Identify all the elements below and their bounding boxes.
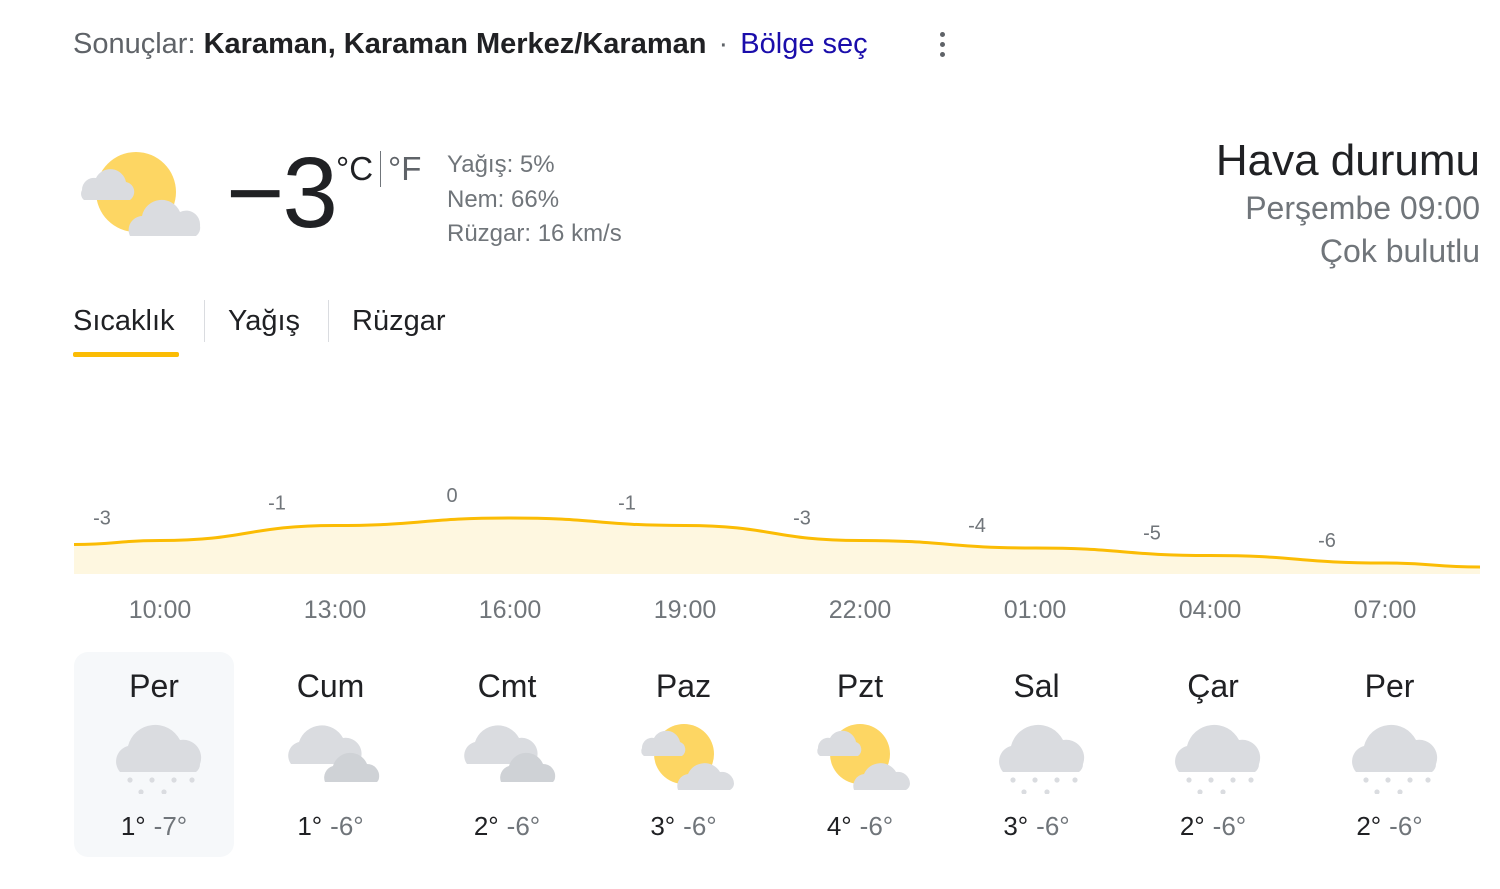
tab-wind[interactable]: Rüzgar — [352, 300, 446, 342]
forecast-day[interactable]: Pzt 4° -6° — [780, 652, 940, 857]
forecast-low: -6° — [1036, 811, 1070, 841]
temperature-label: -1 — [268, 493, 286, 515]
precipitation-value: Yağış: 5% — [447, 151, 555, 178]
forecast-temps: 2° -6° — [427, 810, 587, 842]
forecast-low: -6° — [1212, 811, 1247, 841]
forecast-day-name: Pzt — [836, 668, 884, 704]
forecast-low: -6° — [683, 811, 717, 841]
tab-divider — [328, 300, 329, 342]
temperature-label: -4 — [968, 515, 986, 537]
snow-icon — [991, 714, 1087, 795]
temperature-label: -1 — [618, 493, 636, 515]
forecast-day-name: Paz — [655, 668, 712, 704]
current-temperature: −3 — [226, 137, 338, 249]
forecast-day[interactable]: Sal 3° -6° — [957, 652, 1117, 857]
temperature-label: -5 — [1143, 523, 1161, 545]
unit-switch: °C °F — [336, 150, 421, 188]
snow-icon — [1167, 714, 1263, 795]
forecast-low: -7° — [153, 811, 188, 841]
forecast-day[interactable]: Per 1° -7° — [74, 652, 234, 857]
current-details: Yağış: 5% Nem: 66% Rüzgar: 16 km/s — [447, 148, 622, 252]
results-header: Sonuçlar: Karaman, Karaman Merkez/Karama… — [73, 26, 868, 62]
forecast-high: 4° — [826, 811, 852, 841]
weather-title: Hava durumu — [1215, 136, 1480, 185]
snow-icon — [1344, 714, 1440, 795]
hour-label: 10:00 — [128, 596, 192, 624]
forecast-temps: 2° -6° — [1310, 810, 1470, 842]
tab-precipitation[interactable]: Yağış — [228, 300, 300, 342]
celsius-unit[interactable]: °C — [336, 150, 373, 187]
tab-divider — [204, 300, 205, 342]
forecast-day[interactable]: Cum 1° -6° — [251, 652, 411, 857]
forecast-low: -6° — [1389, 811, 1423, 841]
hour-label: 22:00 — [828, 596, 892, 624]
hour-label: 07:00 — [1353, 596, 1417, 624]
forecast-temps: 3° -6° — [604, 810, 764, 842]
separator: · — [718, 28, 729, 60]
forecast-temps: 3° -6° — [957, 810, 1117, 842]
temperature-chart: -3 -1 0 -1 -3 -4 -5 -6 — [73, 485, 1481, 574]
forecast-day-name: Sal — [1013, 668, 1060, 704]
cloudy-icon — [285, 714, 381, 794]
partly-cloudy-icon — [638, 714, 734, 794]
wind-value: Rüzgar: 16 km/s — [447, 220, 622, 247]
forecast-high: 3° — [650, 811, 676, 841]
forecast-day-name: Per — [1364, 668, 1415, 704]
forecast-low: -6° — [506, 811, 541, 841]
forecast-high: 2° — [1356, 811, 1382, 841]
forecast-temps: 1° -7° — [74, 810, 234, 842]
weather-condition: Çok bulutlu — [1319, 233, 1480, 269]
forecast-day[interactable]: Cmt 2° -6° — [427, 652, 587, 857]
cloudy-icon — [461, 714, 557, 794]
forecast-day-name: Çar — [1187, 668, 1239, 704]
forecast-high: 2° — [473, 811, 499, 841]
temperature-label: 0 — [446, 485, 457, 507]
forecast-day-name: Cum — [296, 668, 365, 704]
snow-icon — [108, 714, 204, 795]
temperature-label: -3 — [793, 508, 811, 530]
choose-region-link[interactable]: Bölge seç — [740, 28, 867, 60]
forecast-high: 1° — [120, 811, 146, 841]
unit-divider — [380, 151, 382, 187]
location-name: Karaman, Karaman Merkez/Karaman — [203, 28, 707, 60]
forecast-temps: 2° -6° — [1133, 810, 1293, 842]
forecast-low: -6° — [859, 811, 894, 841]
hour-label: 01:00 — [1003, 596, 1067, 624]
hour-label: 13:00 — [303, 596, 367, 624]
forecast-day-name: Per — [129, 668, 179, 704]
fahrenheit-unit[interactable]: °F — [388, 150, 421, 187]
forecast-day-name: Cmt — [477, 668, 537, 704]
more-options-icon[interactable] — [930, 28, 954, 62]
temperature-label: -6 — [1318, 530, 1336, 552]
forecast-day[interactable]: Çar 2° -6° — [1133, 652, 1293, 857]
hour-label: 19:00 — [653, 596, 717, 624]
forecast-temps: 4° -6° — [780, 810, 940, 842]
temperature-label: -3 — [93, 508, 111, 530]
active-tab-indicator — [73, 352, 179, 357]
forecast-temps: 1° -6° — [251, 810, 411, 842]
hour-axis: 10:00 13:00 16:00 19:00 22:00 01:00 04:00 07:00 — [0, 596, 1500, 632]
forecast-low: -6° — [330, 811, 364, 841]
weather-day-time: Perşembe 09:00 — [1245, 190, 1480, 226]
tab-temperature[interactable]: Sıcaklık — [73, 300, 175, 342]
forecast-day[interactable]: Per 2° -6° — [1310, 652, 1470, 857]
partly-cloudy-icon — [74, 150, 204, 242]
hour-label: 04:00 — [1178, 596, 1242, 624]
weather-summary: Hava durumu Perşembe 09:00 Çok bulutlu — [1216, 135, 1480, 273]
results-prefix: Sonuçlar: — [73, 28, 196, 60]
forecast-day[interactable]: Paz 3° -6° — [604, 652, 764, 857]
forecast-high: 2° — [1179, 811, 1205, 841]
partly-cloudy-icon — [814, 714, 911, 794]
forecast-high: 1° — [297, 811, 323, 841]
hour-label: 16:00 — [478, 596, 542, 624]
humidity-value: Nem: 66% — [447, 185, 560, 213]
forecast-high: 3° — [1003, 811, 1029, 841]
